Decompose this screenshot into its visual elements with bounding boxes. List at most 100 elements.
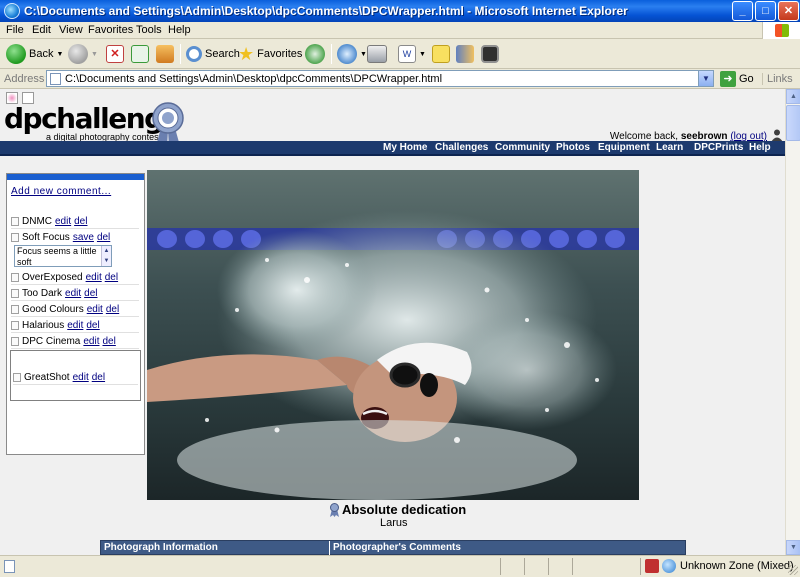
- search-button[interactable]: Search: [186, 43, 240, 65]
- delete-link[interactable]: del: [97, 232, 110, 243]
- nav-learn[interactable]: Learn: [656, 142, 683, 153]
- favorites-label: Favorites: [257, 48, 303, 60]
- maximize-button[interactable]: □: [755, 1, 776, 21]
- delete-link[interactable]: del: [105, 272, 118, 283]
- photograph-information-heading: Photograph Information: [104, 542, 218, 553]
- comment-name[interactable]: Too Dark: [22, 288, 62, 299]
- add-new-comment-link[interactable]: Add new comment...: [11, 186, 111, 197]
- forward-dropdown-icon[interactable]: ▼: [91, 51, 98, 58]
- links-button[interactable]: Links: [762, 73, 793, 85]
- stop-button[interactable]: ✕: [106, 43, 124, 65]
- comment-name[interactable]: GreatShot: [24, 372, 70, 383]
- menu-tools[interactable]: Tools: [136, 24, 162, 36]
- edit-link[interactable]: edit: [67, 320, 83, 331]
- windows-logo: [762, 22, 800, 39]
- window-title: C:\Documents and Settings\Admin\Desktop\…: [24, 4, 628, 18]
- menu-help[interactable]: Help: [168, 24, 191, 36]
- scroll-up-button[interactable]: ▲: [786, 89, 800, 104]
- nav-equipment[interactable]: Equipment: [598, 142, 650, 153]
- forward-button[interactable]: ▼: [68, 43, 98, 65]
- vertical-scrollbar[interactable]: ▲ ▼: [785, 89, 800, 555]
- discuss-button[interactable]: [432, 43, 450, 65]
- status-cell: [640, 558, 641, 575]
- home-button[interactable]: [156, 43, 174, 65]
- address-url[interactable]: C:\Documents and Settings\Admin\Desktop\…: [65, 73, 442, 85]
- search-label: Search: [205, 48, 240, 60]
- refresh-button[interactable]: [131, 43, 149, 65]
- back-button[interactable]: Back ▼: [6, 43, 63, 65]
- nav-help[interactable]: Help: [749, 142, 771, 153]
- comment-name[interactable]: DNMC: [22, 216, 52, 227]
- mail-icon: [337, 44, 357, 64]
- messenger-button[interactable]: [481, 43, 499, 65]
- photo-author[interactable]: Larus: [380, 517, 408, 529]
- edit-link[interactable]: edit: [86, 272, 102, 283]
- toolbar-separator: [331, 44, 332, 64]
- comment-name[interactable]: Good Colours: [22, 304, 84, 315]
- nav-photos[interactable]: Photos: [556, 142, 590, 153]
- comment-edit-text[interactable]: Focus seems a little soft: [17, 246, 97, 266]
- edit-link[interactable]: edit: [87, 304, 103, 315]
- resize-grip[interactable]: [788, 565, 798, 575]
- page-icon: [50, 73, 61, 85]
- minimize-button[interactable]: _: [732, 1, 753, 21]
- status-cell: [548, 558, 549, 575]
- mail-dropdown-icon[interactable]: ▼: [360, 51, 367, 58]
- swimmer-photo: [147, 170, 639, 500]
- scroll-thumb[interactable]: [786, 105, 800, 141]
- comment-name[interactable]: OverExposed: [22, 272, 83, 283]
- go-button[interactable]: ➜ Go: [720, 71, 754, 87]
- sidebar-header: [7, 174, 144, 180]
- search-icon: [186, 46, 202, 62]
- edit-word-button[interactable]: W ▼: [398, 43, 426, 65]
- security-zone: Unknown Zone (Mixed): [680, 560, 794, 572]
- scroll-down-button[interactable]: ▼: [786, 540, 800, 555]
- comment-edit-textarea[interactable]: Focus seems a little soft ▲ ▼: [14, 245, 112, 267]
- address-field[interactable]: C:\Documents and Settings\Admin\Desktop\…: [46, 70, 714, 87]
- edit-link[interactable]: edit: [73, 372, 89, 383]
- delete-link[interactable]: del: [86, 320, 99, 331]
- delete-link[interactable]: del: [102, 336, 115, 347]
- back-dropdown-icon[interactable]: ▼: [56, 51, 63, 58]
- edit-dropdown-icon[interactable]: ▼: [419, 51, 426, 58]
- close-button[interactable]: ✕: [778, 1, 799, 21]
- delete-link[interactable]: del: [92, 372, 105, 383]
- comment-name[interactable]: Halarious: [22, 320, 64, 331]
- status-bar: Unknown Zone (Mixed): [0, 555, 800, 577]
- nav-challenges[interactable]: Challenges: [435, 142, 488, 153]
- ie-icon: [4, 3, 20, 19]
- edit-link[interactable]: edit: [65, 288, 81, 299]
- comment-item: Too Dark edit del: [11, 286, 139, 301]
- print-button[interactable]: [367, 43, 387, 65]
- delete-link[interactable]: del: [74, 216, 87, 227]
- comment-item-editing: Soft Focus save del: [11, 230, 139, 245]
- address-dropdown-icon[interactable]: ▼: [698, 71, 713, 86]
- award-ribbon-icon: [330, 502, 339, 517]
- textarea-scrollbar[interactable]: ▲ ▼: [101, 246, 111, 266]
- edit-link[interactable]: edit: [55, 216, 71, 227]
- comment-name[interactable]: Soft Focus: [22, 232, 70, 243]
- save-link[interactable]: save: [73, 232, 94, 243]
- research-button[interactable]: [456, 43, 474, 65]
- favorites-button[interactable]: ★ Favorites: [238, 43, 302, 65]
- menu-favorites[interactable]: Favorites: [88, 24, 133, 36]
- comment-name[interactable]: DPC Cinema: [22, 336, 80, 347]
- delete-link[interactable]: del: [84, 288, 97, 299]
- nav-my-home[interactable]: My Home: [383, 142, 427, 153]
- messenger-icon: [481, 45, 499, 63]
- nav-community[interactable]: Community: [495, 142, 550, 153]
- address-bar: Address C:\Documents and Settings\Admin\…: [0, 69, 800, 89]
- nav-dpcprints[interactable]: DPCPrints: [694, 142, 743, 153]
- title-bar: C:\Documents and Settings\Admin\Desktop\…: [0, 0, 800, 22]
- back-arrow-icon: [6, 44, 26, 64]
- menu-file[interactable]: File: [6, 24, 24, 36]
- back-label: Back: [29, 48, 54, 60]
- edit-link[interactable]: edit: [83, 336, 99, 347]
- document-icon: [11, 288, 19, 298]
- document-icon: [11, 304, 19, 314]
- delete-link[interactable]: del: [106, 304, 119, 315]
- mail-button[interactable]: ▼: [337, 43, 367, 65]
- menu-view[interactable]: View: [59, 24, 83, 36]
- history-button[interactable]: [305, 43, 325, 65]
- menu-edit[interactable]: Edit: [32, 24, 51, 36]
